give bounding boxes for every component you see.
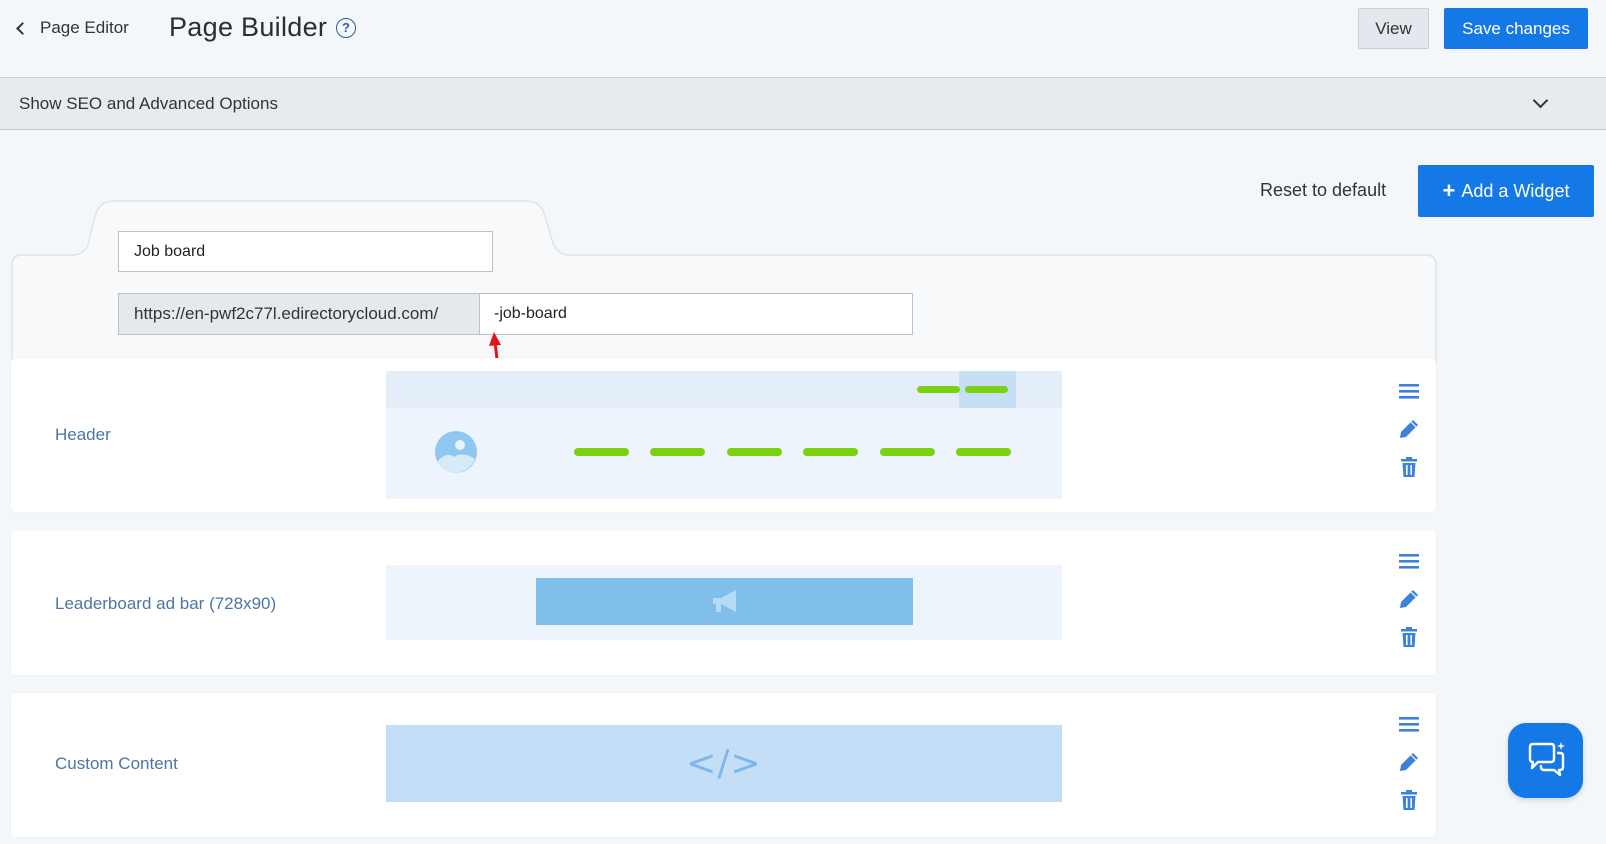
- code-icon: </>: [686, 743, 762, 784]
- page-tab-outline: [11, 200, 1437, 365]
- widget-label: Leaderboard ad bar (728x90): [55, 594, 277, 613]
- chevron-down-icon: [1532, 92, 1549, 109]
- top-bar: Page Editor Page Builder ? View Save cha…: [0, 0, 1606, 78]
- pencil-icon[interactable]: [1398, 588, 1420, 610]
- chat-button[interactable]: [1508, 723, 1583, 798]
- widget-card-header: Header: [11, 358, 1436, 512]
- leaderboard-widget-preview: [386, 565, 1062, 640]
- chevron-left-icon: [16, 22, 29, 35]
- back-link[interactable]: Page Editor: [16, 18, 129, 38]
- widget-label: Header: [55, 425, 111, 444]
- url-prefix: https://en-pwf2c77l.edirectorycloud.com/: [118, 293, 480, 335]
- save-changes-button[interactable]: Save changes: [1444, 8, 1588, 49]
- custom-content-widget-preview: </>: [386, 725, 1062, 802]
- header-widget-preview: [386, 371, 1062, 499]
- hamburger-icon[interactable]: [1398, 380, 1420, 402]
- pencil-icon[interactable]: [1398, 751, 1420, 773]
- image-placeholder-icon: [435, 431, 477, 473]
- widget-label: Custom Content: [55, 754, 178, 773]
- seo-options-label: Show SEO and Advanced Options: [19, 94, 278, 113]
- help-icon[interactable]: ?: [336, 18, 356, 38]
- hamburger-icon[interactable]: [1398, 713, 1420, 735]
- page-title-input[interactable]: [118, 231, 493, 272]
- url-slug-input[interactable]: [479, 293, 913, 335]
- widget-actions: [1398, 713, 1420, 813]
- widget-card-leaderboard: Leaderboard ad bar (728x90): [11, 530, 1436, 675]
- trash-icon[interactable]: [1398, 456, 1420, 478]
- view-button[interactable]: View: [1358, 8, 1429, 49]
- chat-bubbles-icon: [1528, 741, 1565, 776]
- seo-options-toggle[interactable]: Show SEO and Advanced Options: [0, 78, 1606, 130]
- widget-card-custom-content: Custom Content </>: [11, 693, 1436, 837]
- add-widget-label: Add a Widget: [1461, 180, 1570, 201]
- pencil-icon[interactable]: [1398, 418, 1420, 440]
- hamburger-icon[interactable]: [1398, 550, 1420, 572]
- back-link-label: Page Editor: [40, 18, 129, 37]
- widget-actions: [1398, 550, 1420, 650]
- trash-icon[interactable]: [1398, 626, 1420, 648]
- trash-icon[interactable]: [1398, 789, 1420, 811]
- widget-actions: [1398, 380, 1420, 480]
- page-title: Page Builder: [169, 12, 328, 42]
